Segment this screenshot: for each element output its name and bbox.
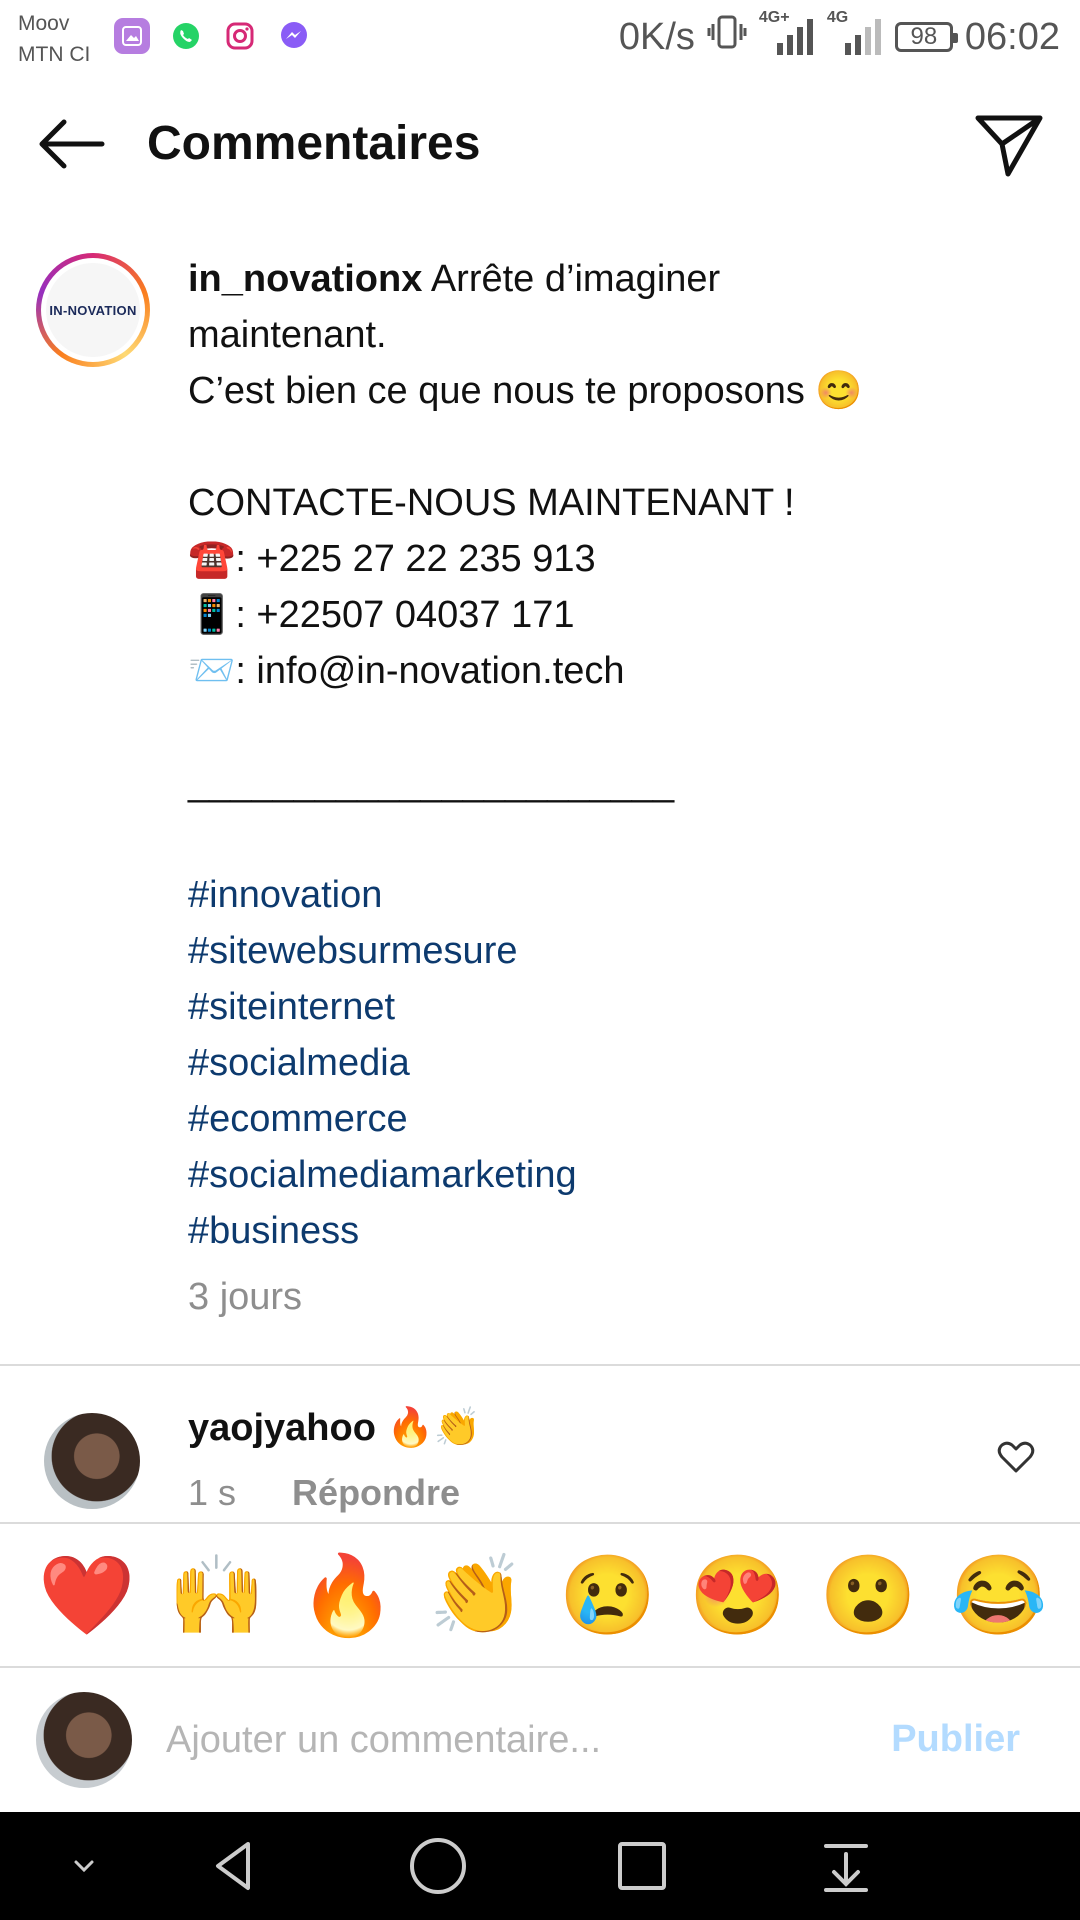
caption-line: C’est bien ce que nous te proposons 😊 — [188, 370, 863, 412]
hashtag-link[interactable]: #socialmediamarketing — [188, 1147, 1038, 1203]
hashtag-link[interactable]: #business — [188, 1203, 1038, 1259]
instagram-icon — [222, 18, 258, 54]
status-right: 0K/s 4G+ 4G 98 06:02 — [618, 9, 1060, 62]
caption-line: ☎️: +225 27 22 235 913 — [188, 538, 596, 580]
pulldown-icon — [824, 1844, 868, 1892]
comment-text: 🔥👏 — [386, 1407, 482, 1449]
carrier-info: Moov MTN CI — [18, 8, 90, 70]
current-user-avatar — [36, 1692, 132, 1788]
caption-line: maintenant. — [188, 314, 387, 356]
heart-outline-icon — [997, 1441, 1035, 1473]
network-speed: 0K/s — [618, 15, 695, 58]
paper-plane-icon — [975, 115, 1043, 177]
quick-reaction-bar: ❤️ 🙌 🔥 👏 😢 😍 😮 😂 — [0, 1524, 1080, 1666]
reaction-clap[interactable]: 👏 — [429, 1549, 526, 1641]
publish-button[interactable]: Publier — [891, 1714, 1020, 1764]
caption-line: CONTACTE-NOUS MAINTENANT ! — [188, 482, 795, 524]
carrier-name-1: Moov — [18, 12, 70, 35]
commenter-username[interactable]: yaojyahoo — [188, 1407, 376, 1449]
hashtag-link[interactable]: #sitewebsurmesure — [188, 923, 1038, 979]
triangle-back-icon — [216, 1842, 250, 1890]
notification-pulldown-button[interactable] — [786, 1812, 906, 1920]
back-button[interactable] — [36, 114, 106, 174]
messenger-icon — [276, 18, 312, 54]
reaction-crying[interactable]: 😢 — [559, 1549, 656, 1641]
hashtag-link[interactable]: #ecommerce — [188, 1091, 1038, 1147]
comment-input[interactable] — [166, 1708, 846, 1772]
nav-back-button[interactable] — [174, 1812, 294, 1920]
notification-icons — [114, 18, 312, 54]
comment-timestamp: 1 s — [188, 1472, 237, 1513]
square-recents-icon — [618, 1842, 666, 1890]
reaction-heart-eyes[interactable]: 😍 — [689, 1549, 786, 1641]
hashtag-link[interactable]: #siteinternet — [188, 979, 1038, 1035]
circle-home-icon — [410, 1838, 466, 1894]
author-avatar[interactable]: IN-NOVATION — [36, 253, 150, 367]
comment-composer: Publier — [0, 1668, 1080, 1811]
brand-logo: IN-NOVATION — [46, 263, 140, 357]
hide-keyboard-button[interactable] — [24, 1812, 144, 1920]
caption-line: 📨: info@in-novation.tech — [188, 650, 625, 692]
status-bar: Moov MTN CI 0K/s 4G+ 4G 98 06:02 — [0, 0, 1080, 76]
carrier-name-2: MTN CI — [18, 43, 91, 66]
hashtag-link[interactable]: #innovation — [188, 867, 1038, 923]
chevron-down-icon — [74, 1860, 94, 1873]
reply-button[interactable]: Répondre — [292, 1472, 460, 1513]
reaction-laughing[interactable]: 😂 — [950, 1549, 1047, 1641]
whatsapp-icon — [168, 18, 204, 54]
reaction-surprised[interactable]: 😮 — [820, 1549, 917, 1641]
signal-icon-1: 4G+ — [759, 9, 815, 59]
gallery-icon — [114, 18, 150, 54]
author-username[interactable]: in_novationx — [188, 258, 422, 300]
caption-timestamp: 3 jours — [188, 1276, 303, 1318]
reaction-raised-hands[interactable]: 🙌 — [168, 1549, 265, 1641]
hashtag-link[interactable]: #socialmedia — [188, 1035, 1038, 1091]
divider — [0, 1364, 1080, 1366]
system-nav-bar — [0, 1812, 1080, 1920]
caption-separator: _______________________ — [188, 762, 675, 804]
battery-indicator: 98 — [894, 22, 958, 52]
reaction-heart[interactable]: ❤️ — [38, 1549, 135, 1641]
vibrate-icon — [707, 12, 747, 62]
caption-line: Arrête d’imaginer — [422, 258, 721, 300]
reaction-fire[interactable]: 🔥 — [299, 1549, 396, 1641]
like-comment-button[interactable] — [996, 1437, 1036, 1477]
share-button[interactable] — [974, 110, 1044, 178]
page-title: Commentaires — [147, 117, 481, 170]
nav-recents-button[interactable] — [582, 1812, 702, 1920]
commenter-avatar[interactable] — [44, 1413, 140, 1509]
comment-item: yaojyahoo 🔥👏 1 s Répondre — [0, 1395, 1080, 1520]
arrow-left-icon — [39, 119, 105, 169]
app-header: Commentaires — [0, 92, 1080, 196]
caption-line: 📱: +22507 04037 171 — [188, 594, 575, 636]
nav-home-button[interactable] — [378, 1812, 498, 1920]
caption-body: in_novationx Arrête d’imaginer maintenan… — [188, 251, 1038, 1325]
clock: 06:02 — [964, 15, 1060, 58]
signal-icon-2: 4G — [827, 9, 883, 59]
